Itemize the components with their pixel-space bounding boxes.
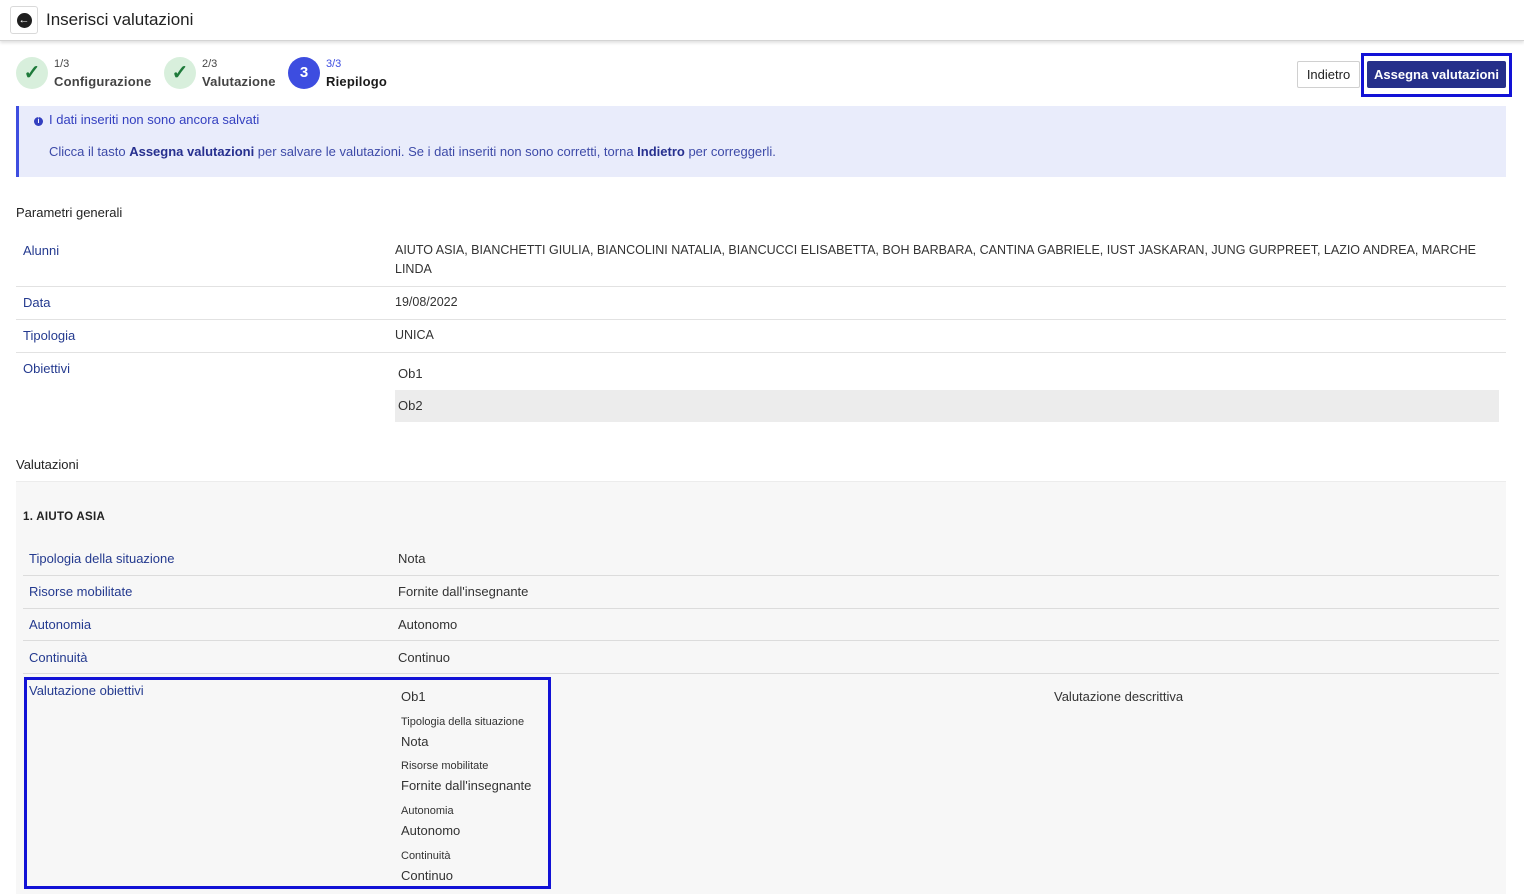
continuity-value: Continuo xyxy=(398,650,451,665)
data-value: 19/08/2022 xyxy=(395,295,458,309)
assign-grades-button[interactable]: Assegna valutazioni xyxy=(1367,61,1506,88)
situation-type-value: Nota xyxy=(398,551,426,566)
alunni-value: AIUTO ASIA, BIANCHETTI GIULIA, BIANCOLIN… xyxy=(395,243,1477,276)
arrow-left-icon: ← xyxy=(16,12,32,28)
divider xyxy=(16,319,1506,320)
page-title: Inserisci valutazioni xyxy=(46,10,194,29)
alunni-label: Alunni xyxy=(23,243,60,258)
divider xyxy=(23,673,1499,674)
info-title: I dati inseriti non sono ancora salvati xyxy=(49,112,260,127)
step-badge: 3 xyxy=(288,57,320,89)
divider xyxy=(16,352,1506,353)
objective-item: Ob2 xyxy=(395,390,1499,422)
resources-label: Risorse mobilitate xyxy=(29,584,133,599)
data-label: Data xyxy=(23,295,51,310)
section-heading: Parametri generali xyxy=(16,205,123,220)
autonomy-label: Autonomia xyxy=(29,617,92,632)
step-number: 3/3 xyxy=(326,58,342,70)
descriptive-eval-label: Valutazione descrittiva xyxy=(1054,689,1184,704)
section-heading: Valutazioni xyxy=(16,457,79,472)
info-icon: i xyxy=(34,117,43,126)
checkmark-icon: ✓ xyxy=(16,57,48,89)
student-name: 1. AIUTO ASIA xyxy=(23,511,106,523)
step-riepilogo: 3 3/3 Riepilogo xyxy=(288,57,398,93)
back-step-button[interactable]: Indietro xyxy=(1297,61,1360,88)
step-label: Riepilogo xyxy=(326,74,388,89)
top-bar: ← Inserisci valutazioni xyxy=(0,0,1524,41)
obiettivi-label: Obiettivi xyxy=(23,361,70,376)
divider xyxy=(23,640,1499,641)
objective-item: Ob1 xyxy=(398,366,423,381)
divider xyxy=(23,575,1499,576)
step-configurazione: ✓ 1/3 Configurazione xyxy=(16,57,161,93)
continuity-label: Continuità xyxy=(29,650,88,665)
step-valutazione: ✓ 2/3 Valutazione xyxy=(164,57,284,93)
highlight-frame xyxy=(24,677,551,889)
resources-value: Fornite dall'insegnante xyxy=(398,584,529,599)
info-alert: i I dati inseriti non sono ancora salvati… xyxy=(16,106,1506,177)
step-label: Valutazione xyxy=(202,74,276,89)
step-number: 2/3 xyxy=(202,58,218,70)
step-label: Configurazione xyxy=(54,74,152,89)
step-number: 1/3 xyxy=(54,58,70,70)
checkmark-icon: ✓ xyxy=(164,57,196,89)
situation-type-label: Tipologia della situazione xyxy=(29,551,175,566)
tipologia-value: UNICA xyxy=(395,328,434,342)
autonomy-value: Autonomo xyxy=(398,617,458,632)
tipologia-label: Tipologia xyxy=(23,328,76,343)
info-text: Clicca il tasto Assegna valutazioni per … xyxy=(49,144,776,159)
back-button[interactable]: ← xyxy=(10,6,38,34)
divider xyxy=(23,608,1499,609)
divider xyxy=(16,286,1506,287)
